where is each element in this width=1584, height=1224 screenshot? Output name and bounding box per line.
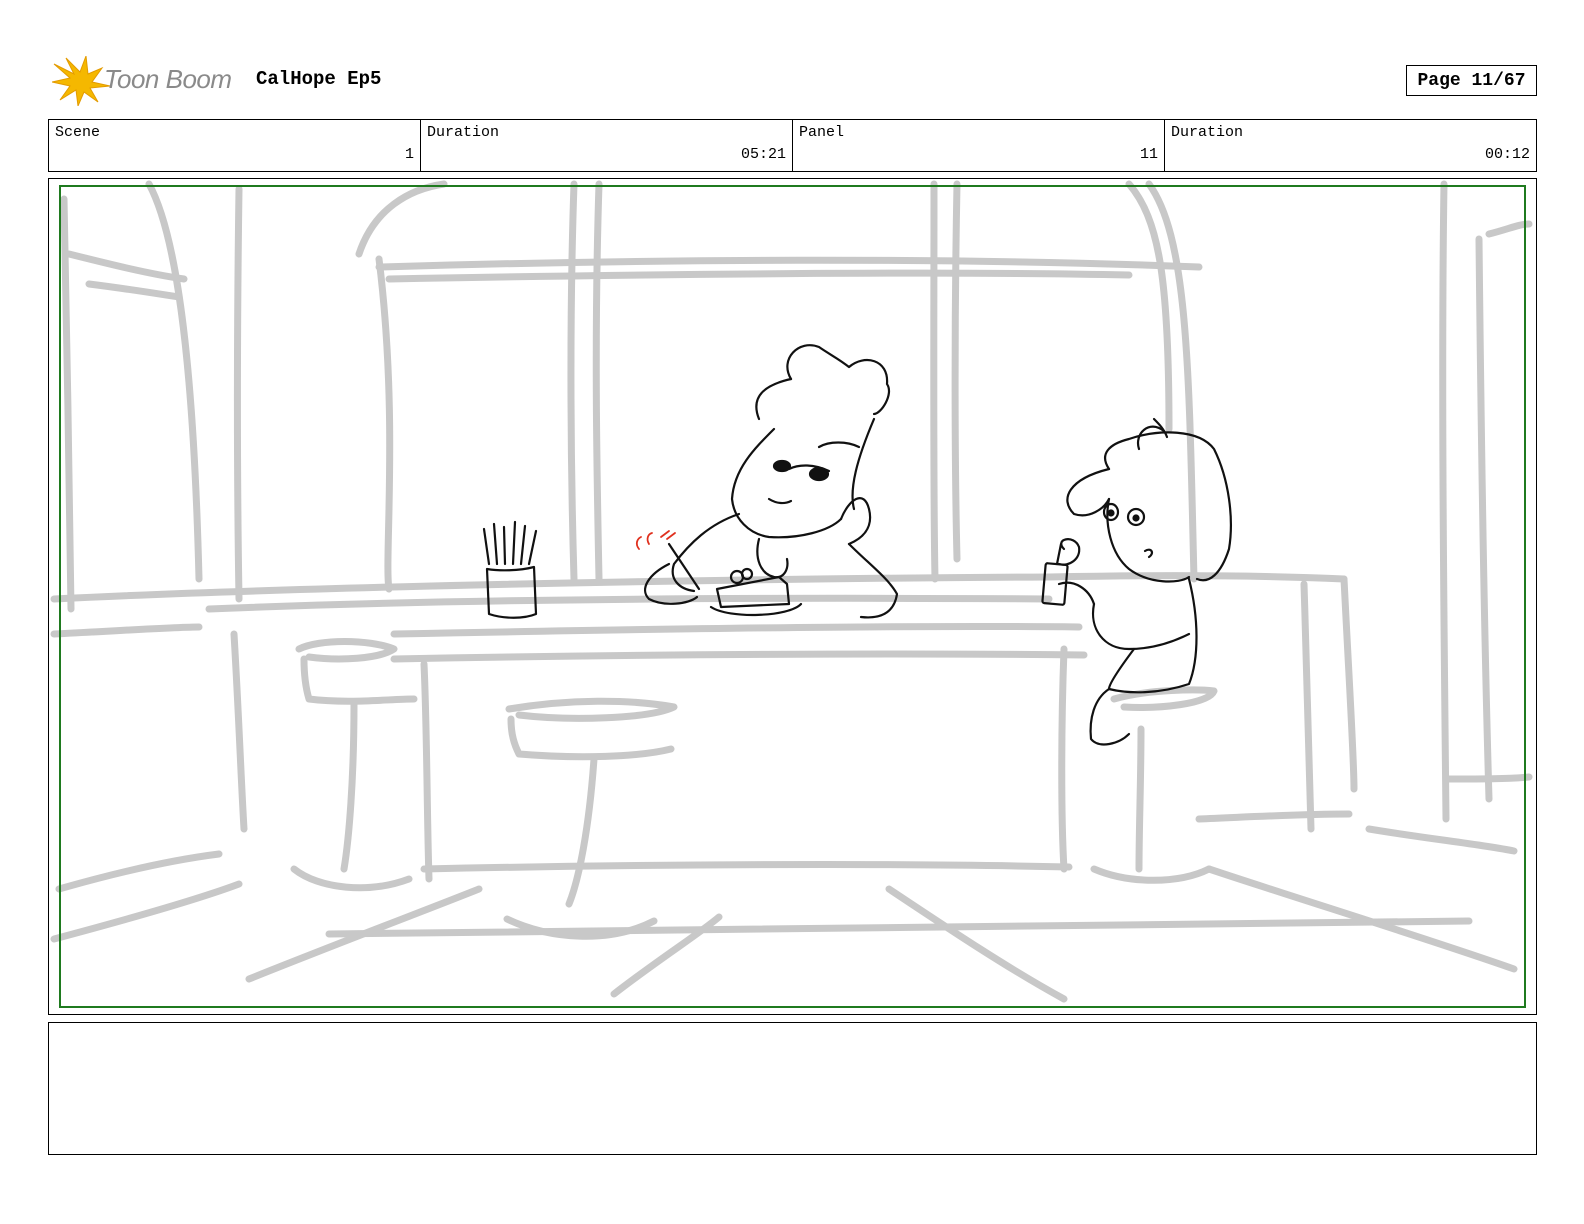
scene-value: 1 [404, 146, 414, 163]
panel-cell: Panel 11 [793, 120, 1165, 171]
panel-duration-value: 00:12 [1484, 146, 1530, 163]
scene-cell: Scene 1 [49, 120, 421, 171]
project-title: CalHope Ep5 [256, 68, 382, 90]
logo-text: Toon Boom [104, 64, 232, 94]
panel-info-row: Scene 1 Duration 05:21 Panel 11 Duration… [48, 119, 1537, 172]
panel-notes[interactable] [48, 1022, 1537, 1155]
panel-label: Panel [799, 124, 845, 141]
scene-duration-value: 05:21 [740, 146, 786, 163]
page-indicator: Page 11/67 [1406, 65, 1537, 96]
scene-duration-label: Duration [427, 124, 500, 141]
panel-duration-label: Duration [1171, 124, 1244, 141]
scene-label: Scene [55, 124, 101, 141]
safe-frame [59, 185, 1526, 1008]
panel-duration-cell: Duration 00:12 [1165, 120, 1536, 171]
scene-duration-cell: Duration 05:21 [421, 120, 793, 171]
toon-boom-star-icon [52, 56, 111, 106]
panel-value: 11 [1139, 146, 1158, 163]
